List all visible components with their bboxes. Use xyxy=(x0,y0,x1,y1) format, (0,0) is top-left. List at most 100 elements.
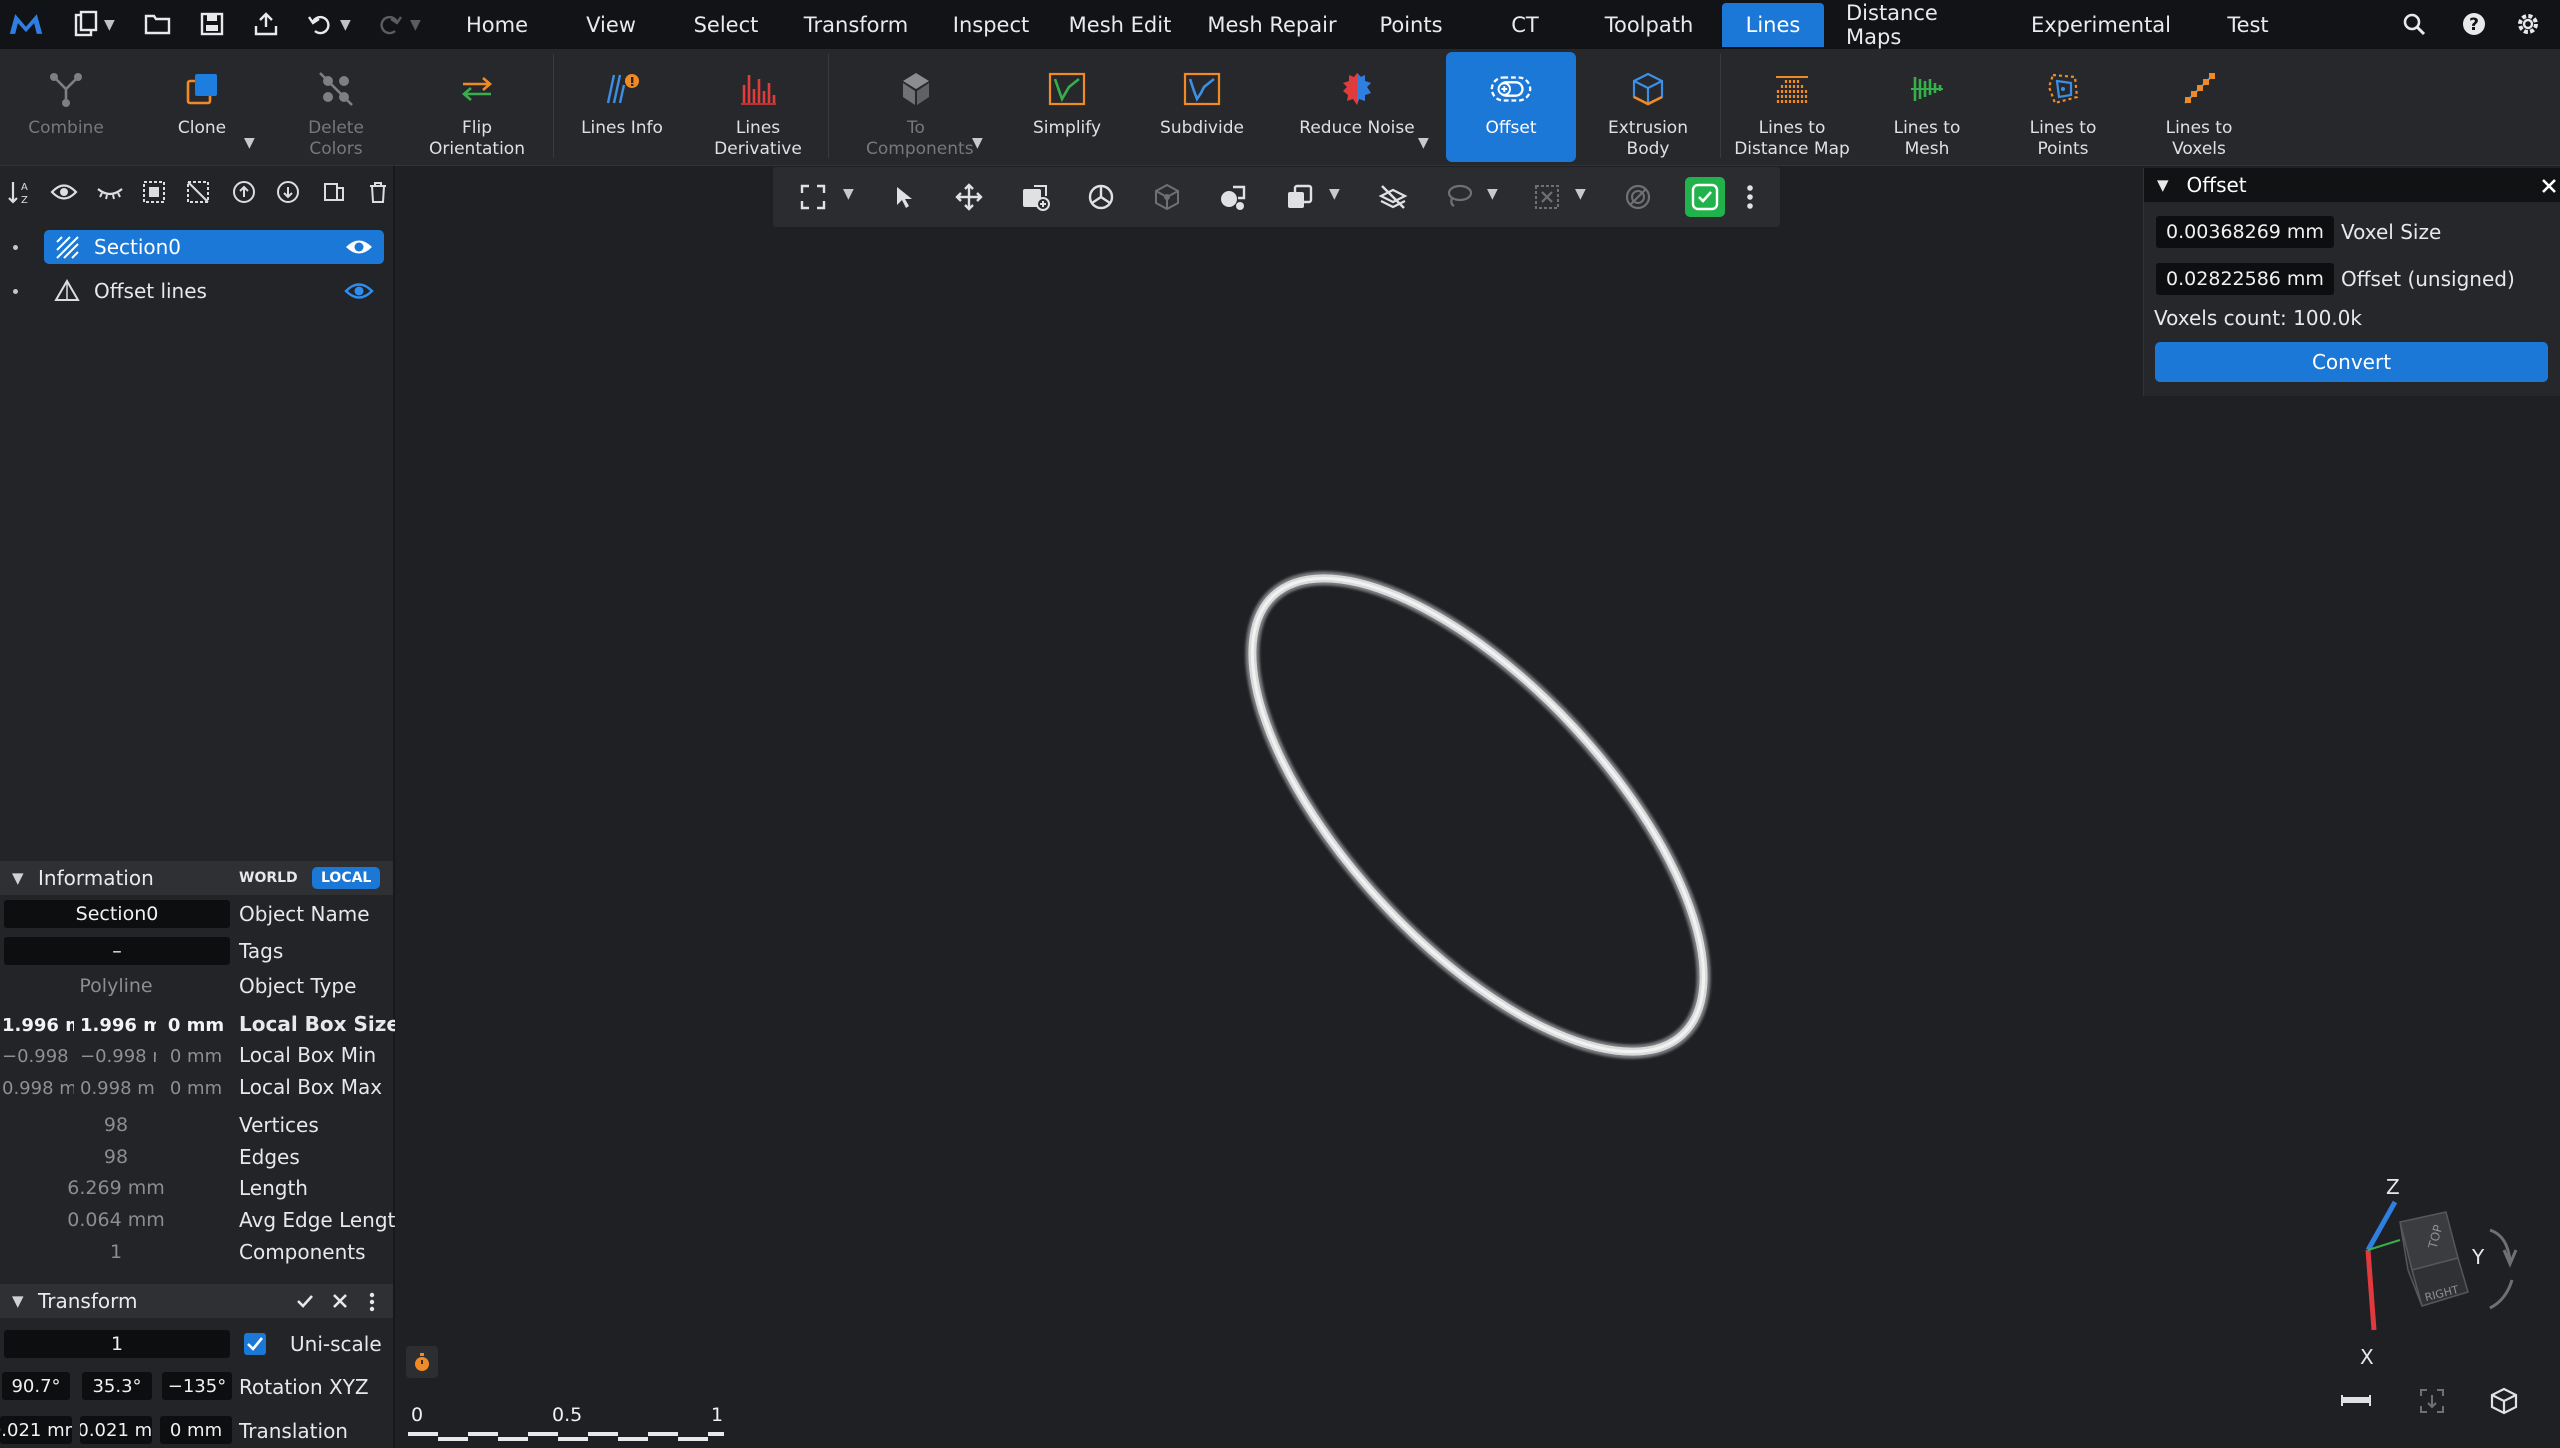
new-file-icon[interactable] xyxy=(68,6,104,42)
combine-button[interactable]: Combine xyxy=(22,52,110,162)
tab-home[interactable]: Home xyxy=(454,0,540,49)
offset-button[interactable]: Offset xyxy=(1446,52,1576,162)
tags-field[interactable]: – xyxy=(4,937,230,965)
tab-experimental[interactable]: Experimental xyxy=(2028,0,2174,49)
show-all-eye-icon[interactable] xyxy=(48,176,80,208)
tab-inspect[interactable]: Inspect xyxy=(944,0,1038,49)
disable-icon[interactable] xyxy=(1620,179,1656,215)
offset-input[interactable]: 0.02822586 mm xyxy=(2156,263,2334,295)
lines-info-button[interactable]: Lines Info xyxy=(576,52,668,162)
delete-colors-button[interactable]: Delete Colors xyxy=(280,52,392,162)
search-icon[interactable] xyxy=(2396,6,2432,42)
rotation-y-input[interactable]: 35.3° xyxy=(82,1372,152,1400)
apply-check-icon[interactable] xyxy=(296,1293,314,1309)
save-icon[interactable] xyxy=(194,6,230,42)
undo-dropdown-icon[interactable]: ▼ xyxy=(340,0,351,49)
local-toggle[interactable]: LOCAL xyxy=(312,867,381,889)
move-icon[interactable] xyxy=(951,179,987,215)
deselect-all-icon[interactable] xyxy=(182,176,214,208)
lasso-dropdown-icon[interactable]: ▼ xyxy=(1487,186,1498,202)
hide-all-eye-icon[interactable] xyxy=(94,176,126,208)
edit-object-icon[interactable] xyxy=(1017,179,1053,215)
tab-points[interactable]: Points xyxy=(1368,0,1454,49)
tab-lines[interactable]: Lines xyxy=(1722,3,1824,47)
lasso-select-icon[interactable] xyxy=(1441,179,1477,215)
ring-object[interactable] xyxy=(1200,530,1760,1110)
information-section-header[interactable]: ▼ Information WORLD LOCAL xyxy=(0,861,393,895)
help-icon[interactable]: ? xyxy=(2456,6,2492,42)
orthographic-cube-icon[interactable] xyxy=(2488,1386,2520,1416)
move-down-icon[interactable] xyxy=(272,176,304,208)
uniscale-checkbox[interactable] xyxy=(243,1332,267,1356)
tree-item-offset-lines[interactable]: Offset lines xyxy=(0,274,393,308)
tree-item-section0[interactable]: Section0 xyxy=(0,230,393,264)
export-icon[interactable] xyxy=(248,6,284,42)
clone-dropdown-icon[interactable]: ▼ xyxy=(244,135,255,151)
new-file-dropdown-icon[interactable]: ▼ xyxy=(104,0,115,49)
fit-view-dropdown-icon[interactable]: ▼ xyxy=(843,186,854,202)
deselect-box-icon[interactable] xyxy=(1529,179,1565,215)
fit-view-icon[interactable] xyxy=(795,179,831,215)
tab-ct[interactable]: CT xyxy=(1498,0,1552,49)
lines-to-voxels-button[interactable]: Lines to Voxels xyxy=(2138,52,2260,162)
more-options-icon[interactable] xyxy=(368,1292,376,1312)
translation-y-input[interactable]: −0.021 mm xyxy=(80,1416,152,1444)
reduce-noise-dropdown-icon[interactable]: ▼ xyxy=(1418,135,1429,151)
tab-select[interactable]: Select xyxy=(686,0,766,49)
camera-orbit-icon[interactable] xyxy=(1215,179,1251,215)
translation-x-input[interactable]: 0.021 mm xyxy=(0,1416,72,1444)
scale-input[interactable]: 1 xyxy=(4,1330,230,1358)
lines-derivative-button[interactable]: Lines Derivative xyxy=(710,52,806,162)
flip-orientation-button[interactable]: Flip Orientation xyxy=(412,52,542,162)
extrusion-body-button[interactable]: Extrusion Body xyxy=(1584,52,1712,162)
lines-to-distance-map-button[interactable]: Lines to Distance Map xyxy=(1730,52,1854,162)
tab-toolpath[interactable]: Toolpath xyxy=(1592,0,1706,49)
reset-close-icon[interactable] xyxy=(332,1293,348,1309)
to-components-dropdown-icon[interactable]: ▼ xyxy=(972,135,983,151)
rotation-x-input[interactable]: 90.7° xyxy=(2,1372,70,1400)
tab-test[interactable]: Test xyxy=(2216,0,2280,49)
tab-view[interactable]: View xyxy=(574,0,648,49)
select-cursor-icon[interactable] xyxy=(886,179,922,215)
clipping-dropdown-icon[interactable]: ▼ xyxy=(1329,186,1340,202)
undo-icon[interactable] xyxy=(302,6,338,42)
select-all-icon[interactable] xyxy=(138,176,170,208)
world-toggle[interactable]: WORLD xyxy=(230,867,307,889)
visibility-eye-icon[interactable] xyxy=(344,237,374,257)
lines-to-points-button[interactable]: Lines to Points xyxy=(2002,52,2124,162)
tab-mesh-edit[interactable]: Mesh Edit xyxy=(1064,0,1176,49)
rotation-z-input[interactable]: −135° xyxy=(162,1372,232,1400)
clone-button[interactable]: Clone xyxy=(158,52,246,162)
group-icon[interactable] xyxy=(318,176,350,208)
view-cube[interactable]: TOP RIGHT xyxy=(2340,1170,2560,1370)
fit-selection-icon[interactable] xyxy=(2416,1386,2448,1416)
clipping-plane-icon[interactable] xyxy=(1281,179,1317,215)
timer-icon[interactable] xyxy=(406,1346,438,1378)
open-folder-icon[interactable] xyxy=(140,6,176,42)
object-name-field[interactable]: Section0 xyxy=(4,900,230,928)
deselect-dropdown-icon[interactable]: ▼ xyxy=(1575,186,1586,202)
voxel-size-input[interactable]: 0.00368269 mm xyxy=(2156,216,2334,248)
visibility-eye-icon[interactable] xyxy=(344,281,374,301)
redo-icon[interactable] xyxy=(372,6,408,42)
tab-mesh-repair[interactable]: Mesh Repair xyxy=(1204,0,1340,49)
viewport-more-icon[interactable] xyxy=(1732,179,1768,215)
subdivide-button[interactable]: Subdivide xyxy=(1156,52,1248,162)
move-up-icon[interactable] xyxy=(228,176,260,208)
snap-points-icon[interactable] xyxy=(1149,179,1185,215)
settings-gear-icon[interactable] xyxy=(2510,6,2546,42)
ruler-measure-icon[interactable] xyxy=(2340,1388,2372,1414)
lines-to-mesh-button[interactable]: Lines to Mesh xyxy=(1872,52,1982,162)
tab-distance-maps[interactable]: Distance Maps xyxy=(1846,0,1998,49)
rotate-view-icon[interactable] xyxy=(1083,179,1119,215)
sort-az-icon[interactable]: AZ xyxy=(4,176,36,208)
convert-button[interactable]: Convert xyxy=(2155,342,2548,382)
confirm-check-icon[interactable] xyxy=(1685,177,1725,217)
reduce-noise-button[interactable]: Reduce Noise xyxy=(1298,52,1416,162)
simplify-button[interactable]: Simplify xyxy=(1022,52,1112,162)
redo-dropdown-icon[interactable]: ▼ xyxy=(410,0,421,49)
to-components-button[interactable]: To Components xyxy=(856,52,976,162)
tab-transform[interactable]: Transform xyxy=(796,0,916,49)
hide-selected-icon[interactable] xyxy=(1375,179,1411,215)
delete-trash-icon[interactable] xyxy=(362,176,394,208)
